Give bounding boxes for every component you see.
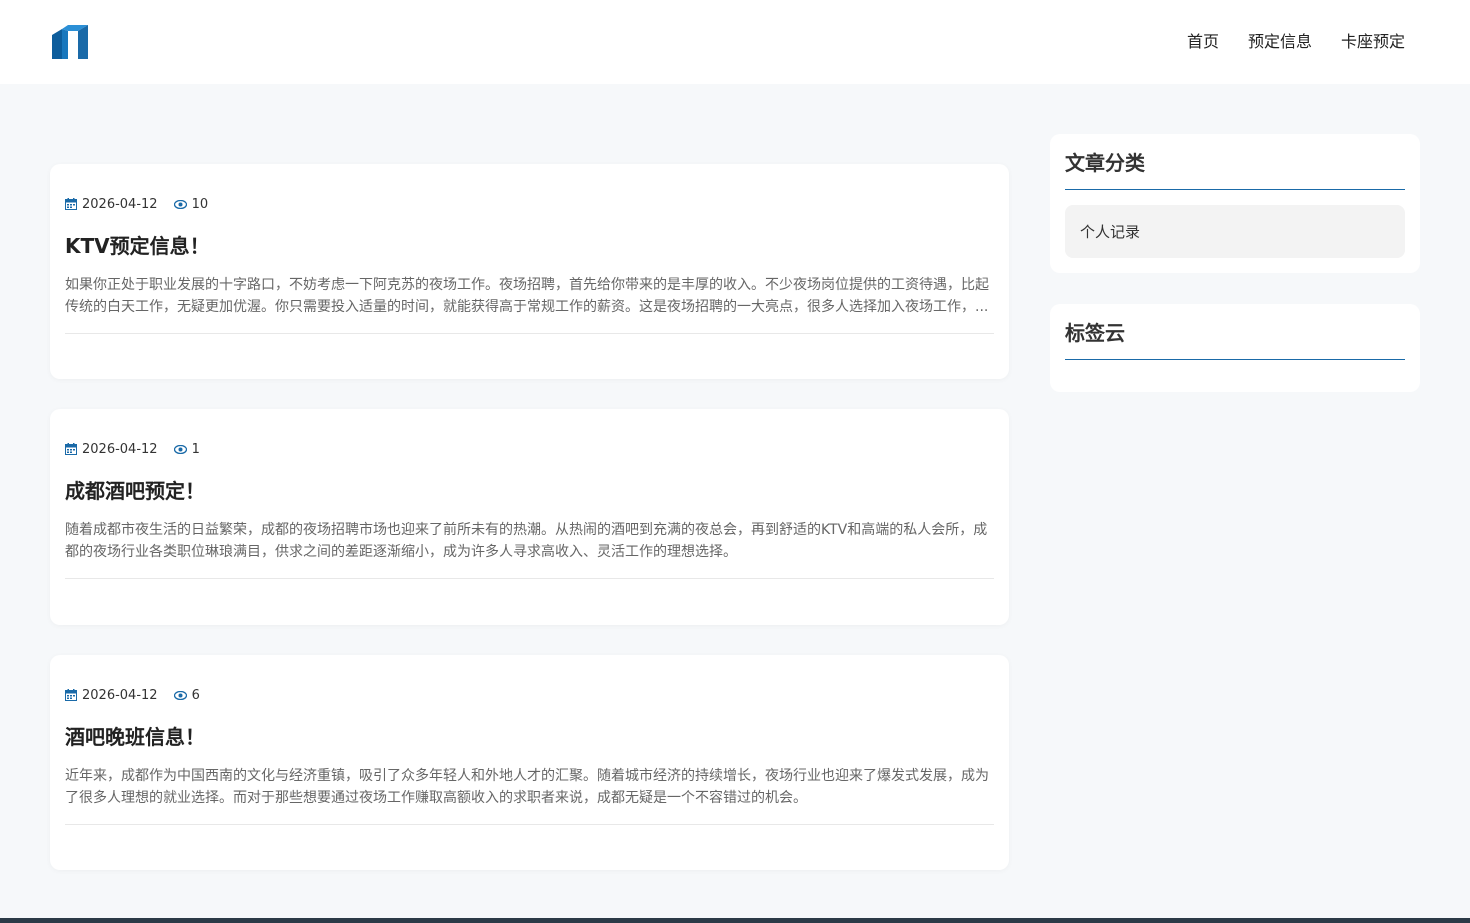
- post-views: 1: [191, 441, 200, 457]
- eye-icon: [173, 444, 187, 454]
- post-views: 6: [191, 687, 200, 703]
- calendar-icon: [65, 443, 77, 455]
- post-date: 2026-04-12: [82, 687, 158, 703]
- post-date: 2026-04-12: [82, 441, 158, 457]
- post-card: 2026-04-12 10 KTV预定信息！ 如果你正处于职业发展的十字路口，不…: [50, 164, 1009, 379]
- category-item[interactable]: 个人记录: [1065, 205, 1405, 258]
- calendar-icon: [65, 198, 77, 210]
- nav-home[interactable]: 首页: [1187, 30, 1219, 54]
- main-nav: 首页 预定信息 卡座预定: [1187, 30, 1405, 54]
- post-excerpt: 如果你正处于职业发展的十字路口，不妨考虑一下阿克苏的夜场工作。夜场招聘，首先给你…: [65, 277, 989, 315]
- post-card: 2026-04-12 6 酒吧晚班信息！ 近年来，成都作为中国西南的文化与经济重…: [50, 655, 1009, 870]
- post-title[interactable]: 酒吧晚班信息！: [65, 724, 994, 750]
- post-date: 2026-04-12: [82, 196, 158, 212]
- post-excerpt: 随着成都市夜生活的日益繁荣，成都的夜场招聘市场也迎来了前所未有的热潮。从热闹的酒…: [65, 522, 988, 560]
- post-meta: 2026-04-12 1: [65, 439, 994, 459]
- post-title[interactable]: 成都酒吧预定！: [65, 478, 994, 504]
- calendar-icon: [65, 689, 77, 701]
- nav-booking-info[interactable]: 预定信息: [1248, 30, 1312, 54]
- logo-icon: [52, 25, 88, 59]
- nav-booth-booking[interactable]: 卡座预定: [1341, 30, 1405, 54]
- post-meta: 2026-04-12 6: [65, 685, 994, 705]
- eye-icon: [173, 690, 187, 700]
- post-list: 2026-04-12 10 KTV预定信息！ 如果你正处于职业发展的十字路口，不…: [50, 164, 1009, 900]
- site-header: 首页 预定信息 卡座预定: [0, 0, 1470, 84]
- post-meta: 2026-04-12 10: [65, 194, 994, 214]
- tag-cloud-widget: 标签云: [1050, 304, 1420, 392]
- category-widget: 文章分类 个人记录: [1050, 134, 1420, 273]
- category-widget-title: 文章分类: [1065, 149, 1405, 190]
- tag-cloud-title: 标签云: [1065, 319, 1405, 360]
- post-divider: [65, 824, 994, 825]
- site-logo[interactable]: [52, 25, 88, 59]
- post-divider: [65, 333, 994, 334]
- post-title[interactable]: KTV预定信息！: [65, 233, 994, 259]
- post-card: 2026-04-12 1 成都酒吧预定！ 随着成都市夜生活的日益繁荣，成都的夜场…: [50, 409, 1009, 625]
- post-excerpt: 近年来，成都作为中国西南的文化与经济重镇，吸引了众多年轻人和外地人才的汇聚。随着…: [65, 768, 989, 806]
- post-views: 10: [191, 196, 209, 212]
- sidebar: 文章分类 个人记录 标签云: [1050, 134, 1420, 423]
- footer-bar: [0, 918, 1470, 923]
- eye-icon: [173, 199, 187, 209]
- post-divider: [65, 578, 994, 579]
